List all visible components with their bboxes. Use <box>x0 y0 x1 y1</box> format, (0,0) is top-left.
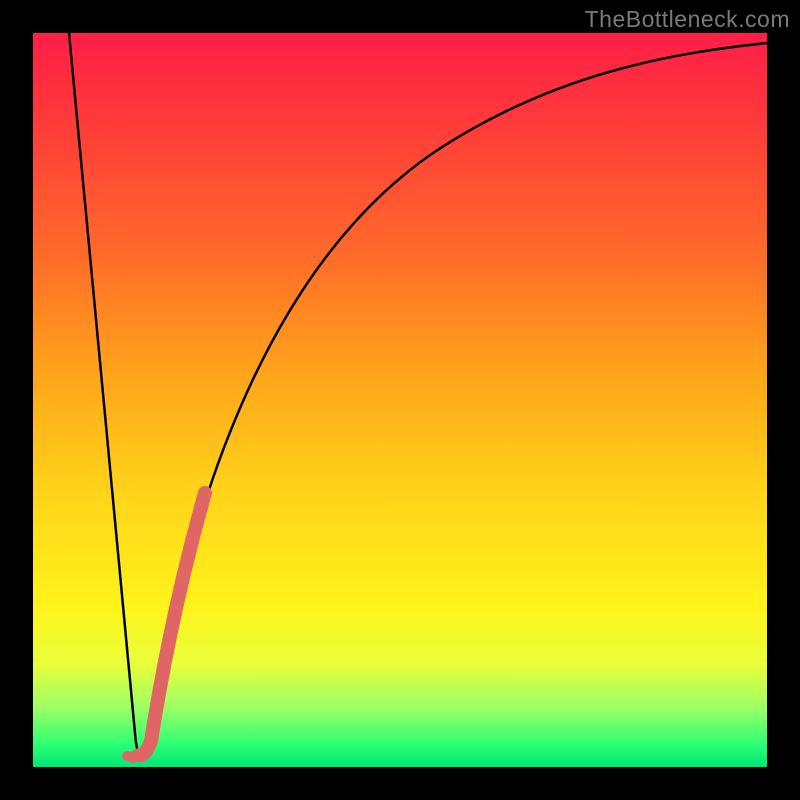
plot-area <box>33 33 767 767</box>
curve-layer <box>33 33 767 767</box>
highlight-segment <box>139 493 205 755</box>
highlight-dot <box>122 751 132 761</box>
watermark-label: TheBottleneck.com <box>585 6 790 33</box>
chart-frame: TheBottleneck.com <box>0 0 800 800</box>
